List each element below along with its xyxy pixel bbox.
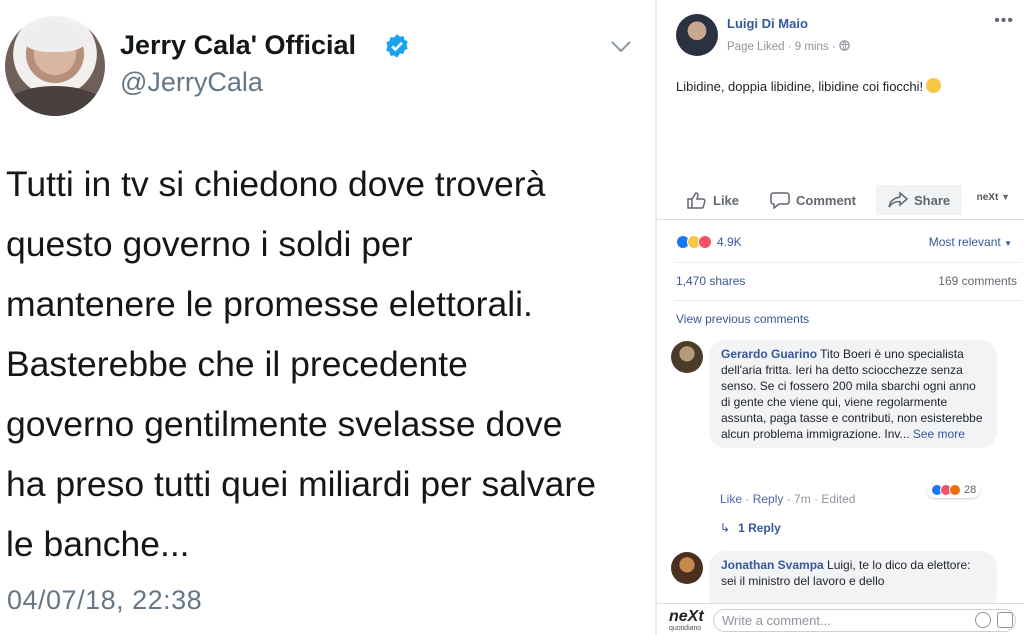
comment-label: Comment bbox=[796, 192, 856, 208]
camera-icon[interactable] bbox=[997, 612, 1013, 628]
tweet-text-line: questo governo i soldi per bbox=[6, 224, 413, 264]
view-previous-comments-link[interactable]: View previous comments bbox=[676, 312, 809, 326]
tweet-timestamp: 04/07/18, 22:38 bbox=[7, 585, 203, 615]
comments-count[interactable]: 169 comments bbox=[938, 274, 1017, 288]
facebook-post: Luigi Di Maio Page Liked · 9 mins · ••• … bbox=[657, 0, 1024, 635]
tweet-text-line: governo gentilmente svelasse dove bbox=[6, 404, 563, 444]
see-more-link[interactable]: See more bbox=[913, 427, 965, 441]
reactions-summary[interactable]: 4.9K bbox=[676, 234, 742, 250]
love-reaction-icon bbox=[698, 235, 712, 249]
post-text-body: Libidine, doppia libidine, libidine coi … bbox=[676, 79, 924, 94]
comment-reaction-count: 28 bbox=[964, 484, 977, 496]
like-button[interactable]: Like bbox=[687, 185, 739, 215]
share-label: Share bbox=[914, 192, 951, 208]
tweet-text-line: Tutti in tv si chiedono dove troverà bbox=[6, 164, 546, 204]
comment-bubble: Jonathan Svampa Luigi, te lo dico da ele… bbox=[709, 551, 997, 611]
angry-reaction-icon bbox=[949, 484, 961, 496]
comment-reactions[interactable]: 28 bbox=[927, 482, 981, 498]
thumbs-up-icon bbox=[687, 192, 706, 209]
comment-button[interactable]: Comment bbox=[770, 185, 856, 215]
post-text: Libidine, doppia libidine, libidine coi … bbox=[676, 78, 942, 94]
more-options-icon[interactable]: ••• bbox=[994, 12, 1014, 30]
comment-sort-dropdown[interactable]: Most relevant ▼ bbox=[929, 235, 1012, 249]
commenter-avatar[interactable] bbox=[671, 552, 703, 584]
chevron-down-icon[interactable] bbox=[610, 40, 632, 54]
sort-label: Most relevant bbox=[928, 235, 1001, 249]
post-action-bar: Like Comment Share neXt ▼ bbox=[657, 180, 1024, 220]
tweet-avatar[interactable] bbox=[5, 16, 105, 116]
page-brand-subtitle: quotidiano bbox=[669, 625, 702, 632]
comment-bubble: Gerardo Guarino Tito Boeri è uno special… bbox=[709, 340, 997, 448]
comment-time[interactable]: 7m bbox=[794, 492, 811, 506]
post-meta-text: Page Liked · 9 mins · bbox=[727, 41, 836, 53]
page-name[interactable]: Luigi Di Maio bbox=[727, 16, 808, 31]
page-brand-logo[interactable]: neXt bbox=[669, 608, 704, 626]
comment-composer: neXt quotidiano Write a comment... bbox=[657, 603, 1024, 635]
shares-count[interactable]: 1,470 shares bbox=[676, 274, 745, 288]
tweet-handle[interactable]: @JerryCala bbox=[120, 67, 263, 98]
tweet-display-name[interactable]: Jerry Cala' Official bbox=[120, 30, 356, 61]
like-label: Like bbox=[713, 192, 740, 208]
panel-divider bbox=[655, 0, 657, 635]
emoji-icon[interactable] bbox=[975, 612, 991, 628]
post-meta: Page Liked · 9 mins · bbox=[727, 40, 850, 53]
comment-edited: Edited bbox=[821, 492, 856, 506]
comment-like-link[interactable]: Like bbox=[720, 492, 742, 506]
laughing-emoji-icon bbox=[926, 78, 942, 93]
comment-author[interactable]: Jonathan Svampa bbox=[721, 558, 824, 572]
divider bbox=[674, 262, 1022, 263]
replies-count: 1 Reply bbox=[738, 521, 781, 535]
share-arrow-icon bbox=[888, 191, 908, 208]
reply-arrow-icon: ↳ bbox=[720, 521, 731, 535]
reactions-count: 4.9K bbox=[717, 235, 742, 249]
share-button[interactable]: Share bbox=[876, 185, 963, 215]
comment-icon bbox=[770, 192, 790, 209]
page-selector[interactable]: neXt ▼ bbox=[977, 192, 1010, 203]
tweet-text-line: mantenere le promesse elettorali. bbox=[6, 284, 533, 324]
comment-author[interactable]: Gerardo Guarino bbox=[721, 347, 817, 361]
page-avatar[interactable] bbox=[676, 14, 718, 56]
page-badge: neXt bbox=[976, 192, 999, 203]
tweet-card: Jerry Cala' Official @JerryCala Tutti in… bbox=[0, 0, 655, 635]
tweet-text: Tutti in tv si chiedono dove troverà que… bbox=[6, 154, 651, 574]
tweet-text-line: le banche... bbox=[6, 524, 190, 564]
tweet-text-line: Basterebbe che il precedente bbox=[6, 344, 468, 384]
comment-reply-link[interactable]: Reply bbox=[753, 492, 784, 506]
divider bbox=[674, 300, 1022, 301]
tweet-text-line: ha preso tutti quei miliardi per salvare bbox=[6, 464, 596, 504]
globe-icon bbox=[839, 40, 850, 51]
commenter-avatar[interactable] bbox=[671, 341, 703, 373]
verified-badge-icon bbox=[386, 34, 408, 58]
comment-input[interactable]: Write a comment... bbox=[713, 609, 1016, 632]
view-replies-link[interactable]: ↳ 1 Reply bbox=[720, 521, 781, 535]
comment-meta: Like · Reply · 7m · Edited bbox=[720, 492, 856, 506]
caret-down-icon: ▼ bbox=[1004, 239, 1012, 248]
caret-down-icon: ▼ bbox=[1001, 192, 1010, 202]
